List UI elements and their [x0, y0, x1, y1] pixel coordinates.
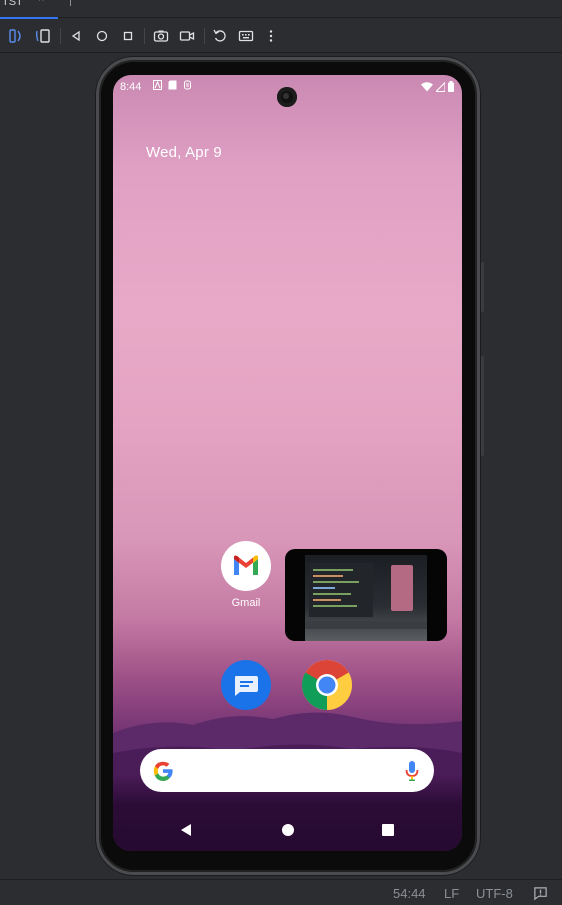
app-notification-icon — [153, 80, 162, 90]
mic-icon[interactable] — [404, 760, 420, 782]
notification-icons — [153, 80, 192, 90]
device-screen[interactable]: 8:44 Wed, Apr 9 Gmail — [113, 75, 462, 851]
front-camera — [277, 87, 297, 107]
sd-card-icon — [168, 80, 177, 90]
overview-icon[interactable] — [119, 27, 137, 45]
pip-window[interactable] — [285, 549, 447, 641]
screenshot-icon[interactable] — [152, 27, 170, 45]
pip-code-screen — [309, 563, 373, 617]
chrome-icon — [302, 660, 352, 710]
home-icon[interactable] — [281, 823, 295, 837]
app-gmail[interactable]: Gmail — [220, 541, 272, 609]
rotate-icon[interactable] — [211, 27, 229, 45]
app-chrome[interactable] — [301, 660, 353, 710]
pip-video-frame — [305, 555, 427, 641]
record-icon[interactable] — [178, 27, 196, 45]
app-messages[interactable] — [220, 660, 272, 710]
app-label: Gmail — [231, 597, 261, 609]
date-widget[interactable]: Wed, Apr 9 — [146, 144, 222, 161]
battery-icon — [448, 81, 454, 92]
back-icon[interactable] — [67, 27, 85, 45]
google-search-bar[interactable] — [140, 749, 434, 792]
tab-label: TST — [2, 0, 23, 8]
status-time: 8:44 — [120, 81, 142, 93]
back-icon[interactable] — [179, 823, 193, 837]
line-ending[interactable]: LF — [444, 886, 459, 901]
recents-icon[interactable] — [381, 823, 395, 837]
file-encoding[interactable]: UTF-8 — [476, 886, 513, 901]
volume-button[interactable] — [481, 356, 484, 456]
toolbar-divider — [204, 28, 205, 44]
more-icon[interactable] — [262, 27, 280, 45]
fold-icon[interactable] — [7, 27, 25, 45]
close-icon[interactable]: × — [38, 0, 44, 5]
power-button[interactable] — [481, 262, 484, 312]
system-icons — [421, 81, 454, 92]
debug-icon — [183, 80, 192, 90]
unfold-icon[interactable] — [34, 27, 52, 45]
toolbar-divider — [144, 28, 145, 44]
toolbar-divider — [60, 28, 61, 44]
wifi-icon — [421, 81, 433, 91]
home-icon[interactable] — [93, 27, 111, 45]
tab-tst[interactable]: TST × — [0, 0, 58, 19]
tab-divider — [70, 0, 71, 6]
gmail-icon — [221, 541, 271, 591]
cursor-position[interactable]: 54:44 — [393, 886, 426, 901]
status-bar: 8:44 — [113, 75, 462, 107]
ide-status-bar: 54:44 LF UTF-8 — [0, 879, 562, 905]
pip-phone-preview — [391, 565, 413, 611]
messages-icon — [221, 660, 271, 710]
signal-icon — [436, 81, 445, 92]
editor-tab-strip: TST × — [0, 0, 562, 19]
pip-taskbar — [305, 621, 427, 629]
google-icon — [153, 761, 173, 781]
emulator-toolbar — [0, 19, 562, 53]
keyboard-icon[interactable] — [237, 27, 255, 45]
notifications-icon[interactable] — [533, 886, 548, 901]
